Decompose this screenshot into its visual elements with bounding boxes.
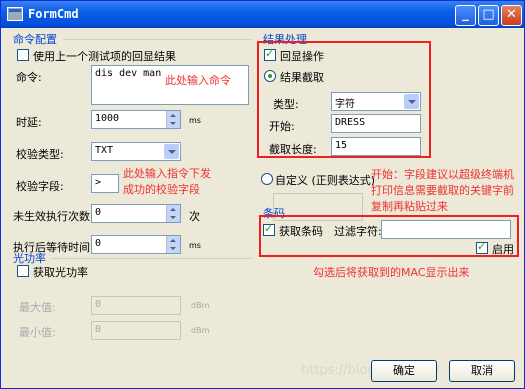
close-button[interactable]: ✕ [501, 5, 522, 26]
use-last-label: 使用上一个测试项的回显结果 [33, 50, 176, 63]
retry-spinner[interactable]: 0 [91, 204, 181, 223]
check-field-value: > [95, 177, 102, 188]
min-unit: dBm [191, 326, 210, 335]
cmd-group-divider [63, 39, 251, 40]
retry-label: 未生效执行次数: [13, 210, 94, 223]
minimize-button[interactable]: _ [455, 5, 476, 26]
barcode-note: 勾选后将获取到的MAC显示出来 [313, 266, 470, 279]
get-power-label: 获取光功率 [33, 266, 88, 279]
ok-button[interactable]: 确定 [371, 360, 437, 382]
type-chevron-down-icon[interactable] [404, 94, 419, 109]
check-field-input[interactable]: > [91, 174, 119, 193]
app-icon [7, 7, 23, 21]
cut-radio[interactable] [264, 70, 276, 82]
formcmd-window: FormCmd _ □ ✕ 命令配置 使用上一个测试项的回显结果 命令: dis… [0, 0, 525, 389]
power-group-divider [51, 258, 251, 259]
type-label: 类型: [273, 98, 299, 111]
min-value: 0 [95, 324, 102, 335]
check-field-note: 此处输入指令下发 成功的校验字段 [123, 167, 211, 196]
retry-spin-arrows[interactable] [166, 205, 180, 222]
window-title: FormCmd [28, 7, 79, 21]
echo-label: 回显操作 [280, 50, 324, 63]
type-value: 字符 [335, 99, 355, 110]
cmd-group-title: 命令配置 [13, 33, 57, 46]
type-select[interactable]: 字符 [331, 92, 421, 111]
start-value: DRESS [335, 117, 366, 128]
length-value: 15 [335, 140, 348, 151]
echo-checkbox[interactable] [264, 47, 276, 61]
enable-checkbox[interactable] [476, 240, 488, 254]
custom-note: 开始：字段建议以超级终端机 打印信息需要截取的关键字前 复制再粘贴过来 [371, 168, 514, 213]
check-field-label: 校验字段: [16, 180, 64, 193]
custom-label: 自定义 (正则表达式) [275, 174, 376, 187]
custom-radio[interactable] [261, 173, 273, 185]
retry-value: 0 [95, 207, 102, 218]
retry-unit: 次 [189, 210, 200, 223]
delay-spinner[interactable]: 1000 [91, 110, 181, 129]
check-type-select[interactable]: TXT [91, 142, 181, 161]
wait-spin-arrows[interactable] [166, 236, 180, 253]
start-input[interactable]: DRESS [331, 114, 421, 133]
command-label: 命令: [16, 71, 42, 84]
max-label: 最大值: [19, 301, 56, 314]
check-type-value: TXT [95, 145, 114, 156]
cancel-button[interactable]: 取消 [449, 360, 515, 382]
delay-value: 1000 [95, 113, 120, 124]
wait-unit: ms [189, 241, 201, 250]
wait-spinner[interactable]: 0 [91, 235, 181, 254]
command-value: dis dev man [95, 68, 162, 79]
filter-label: 过滤字符: [334, 225, 382, 238]
maximize-button[interactable]: □ [478, 5, 499, 26]
cut-label: 结果截取 [280, 71, 324, 84]
min-label: 最小值: [19, 326, 56, 339]
delay-unit: ms [189, 116, 201, 125]
command-note: 此处输入命令 [165, 74, 231, 87]
title-bar[interactable]: FormCmd _ □ ✕ [1, 1, 524, 28]
max-value: 0 [95, 299, 102, 310]
start-label: 开始: [269, 120, 295, 133]
chevron-down-icon[interactable] [164, 144, 179, 159]
delay-spin-arrows[interactable] [166, 111, 180, 128]
length-label: 截取长度: [269, 143, 317, 156]
use-last-checkbox[interactable] [17, 49, 29, 61]
max-unit: dBm [191, 301, 210, 310]
get-barcode-checkbox[interactable] [263, 222, 275, 236]
enable-label: 启用 [492, 243, 514, 256]
check-type-label: 校验类型: [16, 148, 64, 161]
get-power-checkbox[interactable] [17, 265, 29, 277]
wait-value: 0 [95, 238, 102, 249]
max-input: 0 [91, 296, 181, 315]
get-barcode-label: 获取条码 [279, 225, 323, 238]
min-input: 0 [91, 321, 181, 340]
delay-label: 时延: [16, 116, 42, 129]
filter-input[interactable] [381, 220, 511, 239]
length-input[interactable]: 15 [331, 137, 421, 156]
